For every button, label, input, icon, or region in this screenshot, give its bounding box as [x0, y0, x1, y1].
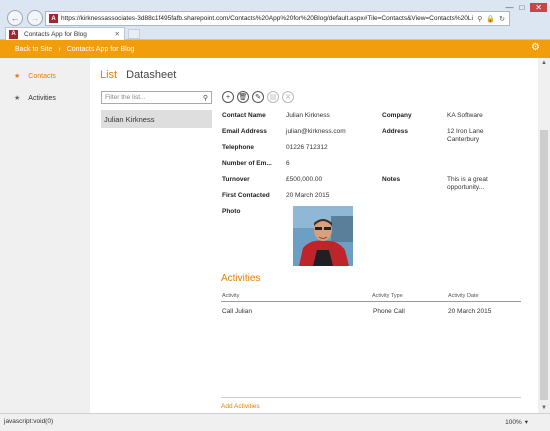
- nav-item-label: Contacts: [28, 72, 56, 80]
- view-datasheet-tab[interactable]: Datasheet: [126, 69, 176, 81]
- divider: [221, 397, 521, 398]
- address-bar[interactable]: A https://kirknessassociates-3d88c1f495f…: [45, 11, 510, 26]
- activities-title: Activities: [221, 273, 261, 284]
- forward-button[interactable]: →: [27, 10, 43, 26]
- edit-icon[interactable]: ✎: [252, 91, 264, 103]
- suite-bar: Back to Site › Contacts App for Blog ⚙: [0, 40, 550, 58]
- back-to-site-link[interactable]: Back to Site: [0, 46, 52, 53]
- address-label: Address: [382, 128, 409, 135]
- scroll-down-icon[interactable]: ▼: [538, 403, 550, 413]
- view-list-tab[interactable]: List: [100, 69, 117, 81]
- table-row[interactable]: Call Julian Phone Call 20 March 2015: [221, 305, 521, 319]
- search-icon[interactable]: ⚲: [203, 94, 208, 102]
- browser-tab[interactable]: A Contacts App for Blog ✕: [5, 27, 125, 40]
- app-title-link[interactable]: Contacts App for Blog: [67, 46, 135, 53]
- photo-label: Photo: [222, 208, 241, 215]
- activity-type-cell: Phone Call: [373, 308, 405, 315]
- zoom-control[interactable]: 100% ▾: [505, 418, 528, 427]
- column-header-activity-type[interactable]: Activity Type: [372, 293, 403, 299]
- scroll-up-icon[interactable]: ▲: [538, 58, 550, 68]
- delete-icon[interactable]: 🗑: [237, 91, 249, 103]
- view-switcher: List Datasheet: [100, 69, 176, 81]
- email-label: Email Address: [222, 128, 267, 135]
- turnover-value: £500,000.00: [286, 176, 323, 183]
- window-controls: — □ ✕: [505, 3, 547, 12]
- search-icon[interactable]: ⚲: [477, 15, 482, 23]
- contact-photo-image: [293, 206, 353, 266]
- close-window-icon[interactable]: ✕: [530, 3, 547, 12]
- employees-label: Number of Em...: [222, 160, 272, 167]
- contact-photo: [293, 206, 353, 266]
- first-contacted-value: 20 March 2015: [286, 192, 330, 199]
- back-arrow-icon: ←: [10, 13, 20, 23]
- url-text[interactable]: https://kirknessassociates-3d88c1f495faf…: [61, 15, 473, 22]
- tab-access-icon: A: [9, 29, 18, 39]
- contact-name-value: Julian Kirkness: [286, 112, 330, 119]
- company-label: Company: [382, 112, 412, 119]
- forward-arrow-icon: →: [30, 13, 40, 23]
- company-value: KA Software: [447, 112, 483, 119]
- column-header-activity-date[interactable]: Activity Date: [448, 293, 479, 299]
- nav-item-activities[interactable]: ★ Activities: [14, 94, 56, 103]
- tab-close-icon[interactable]: ✕: [115, 30, 120, 38]
- new-tab-button[interactable]: [128, 29, 140, 39]
- status-bar: javascript:void(0) 100% ▾: [0, 413, 550, 431]
- cancel-icon[interactable]: ✕: [282, 91, 294, 103]
- back-button[interactable]: ←: [7, 10, 23, 26]
- action-bar: + 🗑 ✎ ▤ ✕: [222, 91, 294, 103]
- employees-value: 6: [286, 160, 290, 167]
- tab-title: Contacts App for Blog: [24, 30, 87, 38]
- list-item[interactable]: Julian Kirkness: [101, 110, 212, 128]
- notes-value: This is a great opportunity...: [447, 176, 488, 191]
- zoom-value: 100%: [505, 418, 522, 426]
- nav-item-contacts[interactable]: ★ Contacts: [14, 72, 56, 81]
- add-activities-link[interactable]: Add Activities: [221, 403, 260, 410]
- notes-label: Notes: [382, 176, 401, 183]
- telephone-value: 01226 712312: [286, 144, 328, 151]
- refresh-icon[interactable]: ↻: [499, 15, 505, 23]
- minimize-icon[interactable]: —: [505, 3, 513, 12]
- activities-table-header: Activity Activity Type Activity Date: [221, 292, 521, 302]
- access-app-icon: A: [49, 14, 58, 23]
- filter-placeholder: Filter the list...: [105, 94, 146, 101]
- gear-icon[interactable]: ⚙: [531, 42, 540, 53]
- add-icon[interactable]: +: [222, 91, 234, 103]
- star-icon: ★: [14, 95, 21, 102]
- status-text: javascript:void(0): [4, 418, 54, 425]
- browser-toolbar: ← → A https://kirknessassociates-3d88c1f…: [0, 0, 550, 40]
- chevron-down-icon: ▾: [524, 419, 528, 426]
- contact-name-label: Contact Name: [222, 112, 266, 119]
- first-contacted-label: First Contacted: [222, 192, 270, 199]
- column-header-activity[interactable]: Activity: [222, 293, 239, 299]
- telephone-label: Telephone: [222, 144, 255, 151]
- chevron-right-icon: ›: [58, 45, 61, 53]
- save-icon[interactable]: ▤: [267, 91, 279, 103]
- maximize-icon[interactable]: □: [519, 3, 524, 12]
- nav-item-label: Activities: [28, 94, 56, 102]
- scrollbar-thumb[interactable]: [540, 130, 548, 400]
- left-navigation: [0, 58, 90, 413]
- star-icon: ★: [14, 73, 21, 80]
- activity-date-cell: 20 March 2015: [448, 308, 492, 315]
- email-value: julian@kirkness.com: [286, 128, 346, 135]
- turnover-label: Turnover: [222, 176, 250, 183]
- filter-input[interactable]: Filter the list... ⚲: [101, 91, 212, 104]
- lock-icon[interactable]: 🔒: [486, 15, 495, 23]
- activity-cell: Call Julian: [222, 308, 252, 315]
- address-value: 12 Iron Lane Canterbury: [447, 128, 484, 143]
